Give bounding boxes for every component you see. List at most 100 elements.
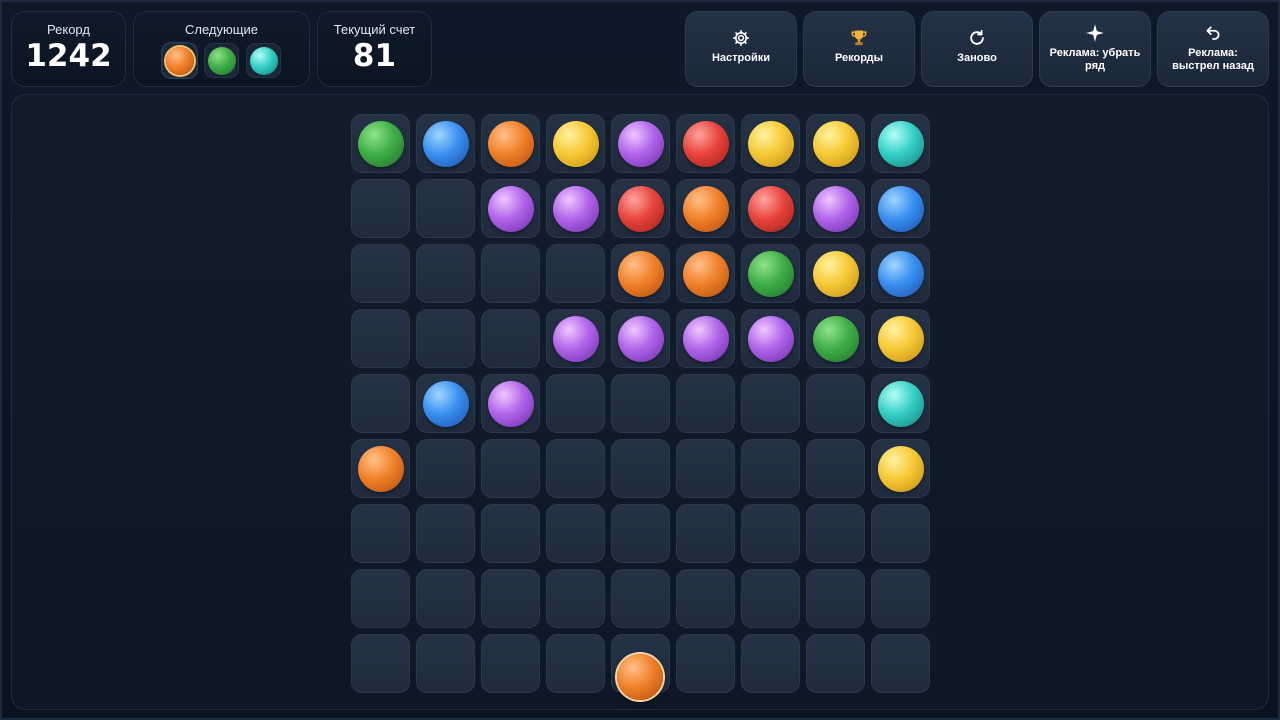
grid-cell[interactable]: [351, 569, 410, 628]
grid-cell[interactable]: [806, 309, 865, 368]
ball-orange: [682, 250, 729, 297]
grid-cell[interactable]: [546, 569, 605, 628]
grid-cell[interactable]: [416, 309, 475, 368]
grid-cell[interactable]: [676, 244, 735, 303]
undo-icon: [1158, 21, 1268, 43]
grid-cell[interactable]: [741, 569, 800, 628]
grid-cell[interactable]: [676, 504, 735, 563]
grid-cell[interactable]: [481, 569, 540, 628]
grid-cell[interactable]: [871, 504, 930, 563]
grid-cell[interactable]: [481, 244, 540, 303]
shooter-ball[interactable]: [617, 654, 663, 700]
grid-cell[interactable]: [416, 634, 475, 693]
ball-purple: [682, 315, 729, 362]
ad-undo-shot-button[interactable]: Реклама: выстрел назад: [1157, 11, 1269, 87]
grid-cell[interactable]: [676, 439, 735, 498]
grid-cell[interactable]: [416, 114, 475, 173]
ad-undo-shot-label: Реклама: выстрел назад: [1172, 47, 1254, 72]
records-button[interactable]: Рекорды: [803, 11, 915, 87]
grid-cell[interactable]: [871, 374, 930, 433]
grid-cell[interactable]: [741, 244, 800, 303]
grid-cell[interactable]: [741, 374, 800, 433]
grid-cell[interactable]: [741, 114, 800, 173]
grid-cell[interactable]: [416, 439, 475, 498]
grid-cell[interactable]: [676, 179, 735, 238]
grid-cell[interactable]: [676, 309, 735, 368]
grid-cell[interactable]: [806, 244, 865, 303]
grid-cell[interactable]: [351, 374, 410, 433]
grid-cell[interactable]: [806, 114, 865, 173]
ball-yellow: [812, 250, 859, 297]
grid-cell[interactable]: [481, 179, 540, 238]
grid-cell[interactable]: [611, 569, 670, 628]
grid-cell[interactable]: [611, 114, 670, 173]
grid-cell[interactable]: [481, 114, 540, 173]
grid-cell[interactable]: [871, 569, 930, 628]
grid-cell[interactable]: [741, 504, 800, 563]
grid-cell[interactable]: [546, 634, 605, 693]
grid-cell[interactable]: [871, 309, 930, 368]
grid-cell[interactable]: [741, 634, 800, 693]
grid-cell[interactable]: [806, 374, 865, 433]
grid-cell[interactable]: [871, 179, 930, 238]
grid-cell[interactable]: [416, 569, 475, 628]
grid-cell[interactable]: [611, 504, 670, 563]
grid-cell[interactable]: [611, 309, 670, 368]
grid-cell[interactable]: [741, 439, 800, 498]
next-ball-slot: [246, 43, 281, 78]
grid-cell[interactable]: [871, 244, 930, 303]
grid-cell[interactable]: [806, 179, 865, 238]
grid-cell[interactable]: [806, 504, 865, 563]
grid-cell[interactable]: [806, 634, 865, 693]
grid-cell[interactable]: [416, 504, 475, 563]
grid-cell[interactable]: [351, 504, 410, 563]
restart-button[interactable]: Заново: [921, 11, 1033, 87]
grid-cell[interactable]: [676, 374, 735, 433]
grid-cell[interactable]: [351, 114, 410, 173]
grid-cell[interactable]: [351, 244, 410, 303]
grid-cell[interactable]: [546, 114, 605, 173]
next-ball-slot: [162, 43, 197, 78]
grid-cell[interactable]: [416, 179, 475, 238]
grid-cell[interactable]: [611, 244, 670, 303]
grid-cell[interactable]: [481, 504, 540, 563]
grid-cell[interactable]: [351, 179, 410, 238]
grid-cell[interactable]: [611, 439, 670, 498]
grid-cell[interactable]: [481, 439, 540, 498]
grid-cell[interactable]: [481, 374, 540, 433]
grid-cell[interactable]: [481, 634, 540, 693]
grid-cell[interactable]: [546, 439, 605, 498]
grid-cell[interactable]: [871, 439, 930, 498]
grid-cell[interactable]: [676, 114, 735, 173]
grid-cell[interactable]: [611, 179, 670, 238]
grid-cell[interactable]: [741, 179, 800, 238]
grid-cell[interactable]: [351, 439, 410, 498]
grid-cell[interactable]: [741, 309, 800, 368]
record-panel: Рекорд 1242: [11, 11, 126, 87]
grid-cell[interactable]: [871, 114, 930, 173]
grid-cell[interactable]: [546, 309, 605, 368]
grid-cell[interactable]: [546, 504, 605, 563]
grid-cell[interactable]: [871, 634, 930, 693]
grid-cell[interactable]: [676, 569, 735, 628]
ad-remove-row-button[interactable]: Реклама: убрать ряд: [1039, 11, 1151, 87]
grid-cell[interactable]: [351, 634, 410, 693]
ball-yellow: [812, 120, 859, 167]
game-screen: Рекорд 1242 Следующие Текущий счет 81 На…: [0, 0, 1280, 720]
grid-cell[interactable]: [546, 374, 605, 433]
next-ball-green: [207, 46, 236, 75]
grid-cell[interactable]: [351, 309, 410, 368]
grid-cell[interactable]: [546, 244, 605, 303]
grid-cell[interactable]: [676, 634, 735, 693]
grid-cell[interactable]: [611, 374, 670, 433]
grid-cell[interactable]: [806, 439, 865, 498]
settings-button[interactable]: Настройки: [685, 11, 797, 87]
grid-cell[interactable]: [806, 569, 865, 628]
ball-red: [682, 120, 729, 167]
grid-cell[interactable]: [416, 374, 475, 433]
grid-cell[interactable]: [416, 244, 475, 303]
ball-grid[interactable]: [351, 114, 930, 693]
grid-cell[interactable]: [481, 309, 540, 368]
grid-cell[interactable]: [546, 179, 605, 238]
restart-icon: [922, 26, 1032, 48]
